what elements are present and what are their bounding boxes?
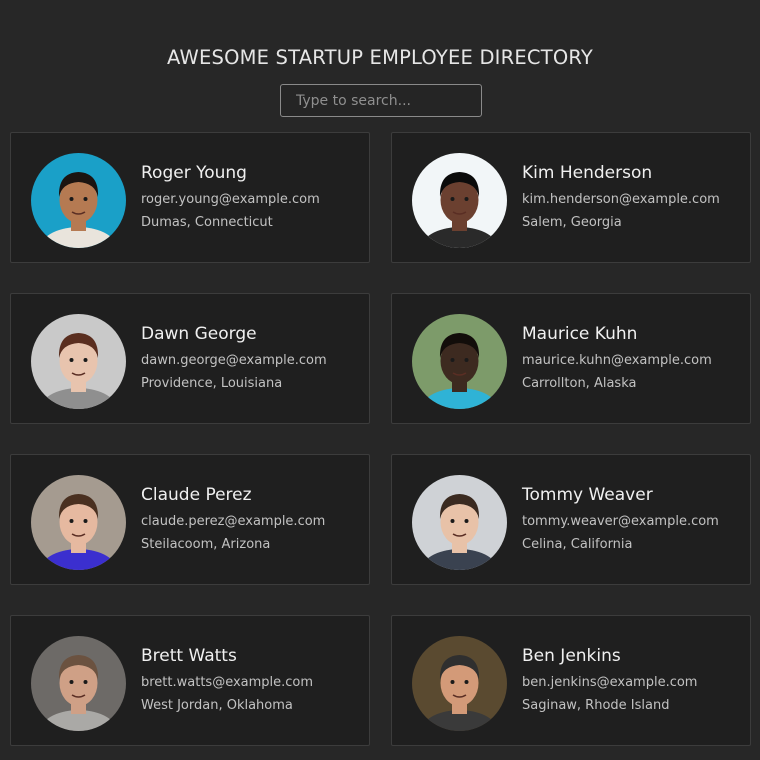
employee-email: claude.perez@example.com bbox=[141, 514, 326, 529]
employee-name: Claude Perez bbox=[141, 485, 252, 505]
employee-location: Dumas, Connecticut bbox=[141, 215, 273, 230]
employee-name: Tommy Weaver bbox=[522, 485, 653, 505]
avatar bbox=[31, 475, 126, 570]
employee-card[interactable]: Maurice Kuhn maurice.kuhn@example.com Carr… bbox=[391, 293, 751, 424]
employee-email: brett.watts@example.com bbox=[141, 675, 314, 690]
employee-email: roger.young@example.com bbox=[141, 192, 320, 207]
employee-email: dawn.george@example.com bbox=[141, 353, 327, 368]
employee-location: Providence, Louisiana bbox=[141, 376, 283, 391]
employee-email: tommy.weaver@example.com bbox=[522, 514, 719, 529]
employee-card[interactable]: Claude Perez claude.perez@example.com Stei… bbox=[10, 454, 370, 585]
avatar bbox=[412, 314, 507, 409]
employee-location: Salem, Georgia bbox=[522, 215, 622, 230]
employee-name: Kim Henderson bbox=[522, 163, 653, 183]
avatar bbox=[412, 153, 507, 248]
avatar bbox=[31, 314, 126, 409]
employee-email: maurice.kuhn@example.com bbox=[522, 353, 712, 368]
employee-name: Dawn George bbox=[141, 324, 257, 344]
employee-location: Steilacoom, Arizona bbox=[141, 537, 271, 552]
avatar bbox=[31, 636, 126, 731]
employee-card[interactable]: Kim Henderson kim.henderson@example.com Sa… bbox=[391, 132, 751, 263]
employee-name: Brett Watts bbox=[141, 646, 237, 666]
employee-card[interactable]: Roger Young roger.young@example.com Dumas,… bbox=[10, 132, 370, 263]
employee-card[interactable]: Tommy Weaver tommy.weaver@example.com Celi… bbox=[391, 454, 751, 585]
employee-grid: Roger Young roger.young@example.com Dumas,… bbox=[0, 0, 760, 760]
employee-card[interactable]: Ben Jenkins ben.jenkins@example.com Sagina… bbox=[391, 615, 751, 746]
employee-location: West Jordan, Oklahoma bbox=[141, 698, 293, 713]
employee-card[interactable]: Brett Watts brett.watts@example.com West J… bbox=[10, 615, 370, 746]
employee-card[interactable]: Dawn George dawn.george@example.com Provid… bbox=[10, 293, 370, 424]
employee-location: Carrollton, Alaska bbox=[522, 376, 637, 391]
employee-name: Ben Jenkins bbox=[522, 646, 621, 666]
employee-location: Saginaw, Rhode Island bbox=[522, 698, 670, 713]
employee-name: Roger Young bbox=[141, 163, 247, 183]
avatar bbox=[412, 636, 507, 731]
employee-name: Maurice Kuhn bbox=[522, 324, 638, 344]
avatar bbox=[412, 475, 507, 570]
employee-email: ben.jenkins@example.com bbox=[522, 675, 698, 690]
avatar bbox=[31, 153, 126, 248]
employee-location: Celina, California bbox=[522, 537, 633, 552]
employee-email: kim.henderson@example.com bbox=[522, 192, 720, 207]
